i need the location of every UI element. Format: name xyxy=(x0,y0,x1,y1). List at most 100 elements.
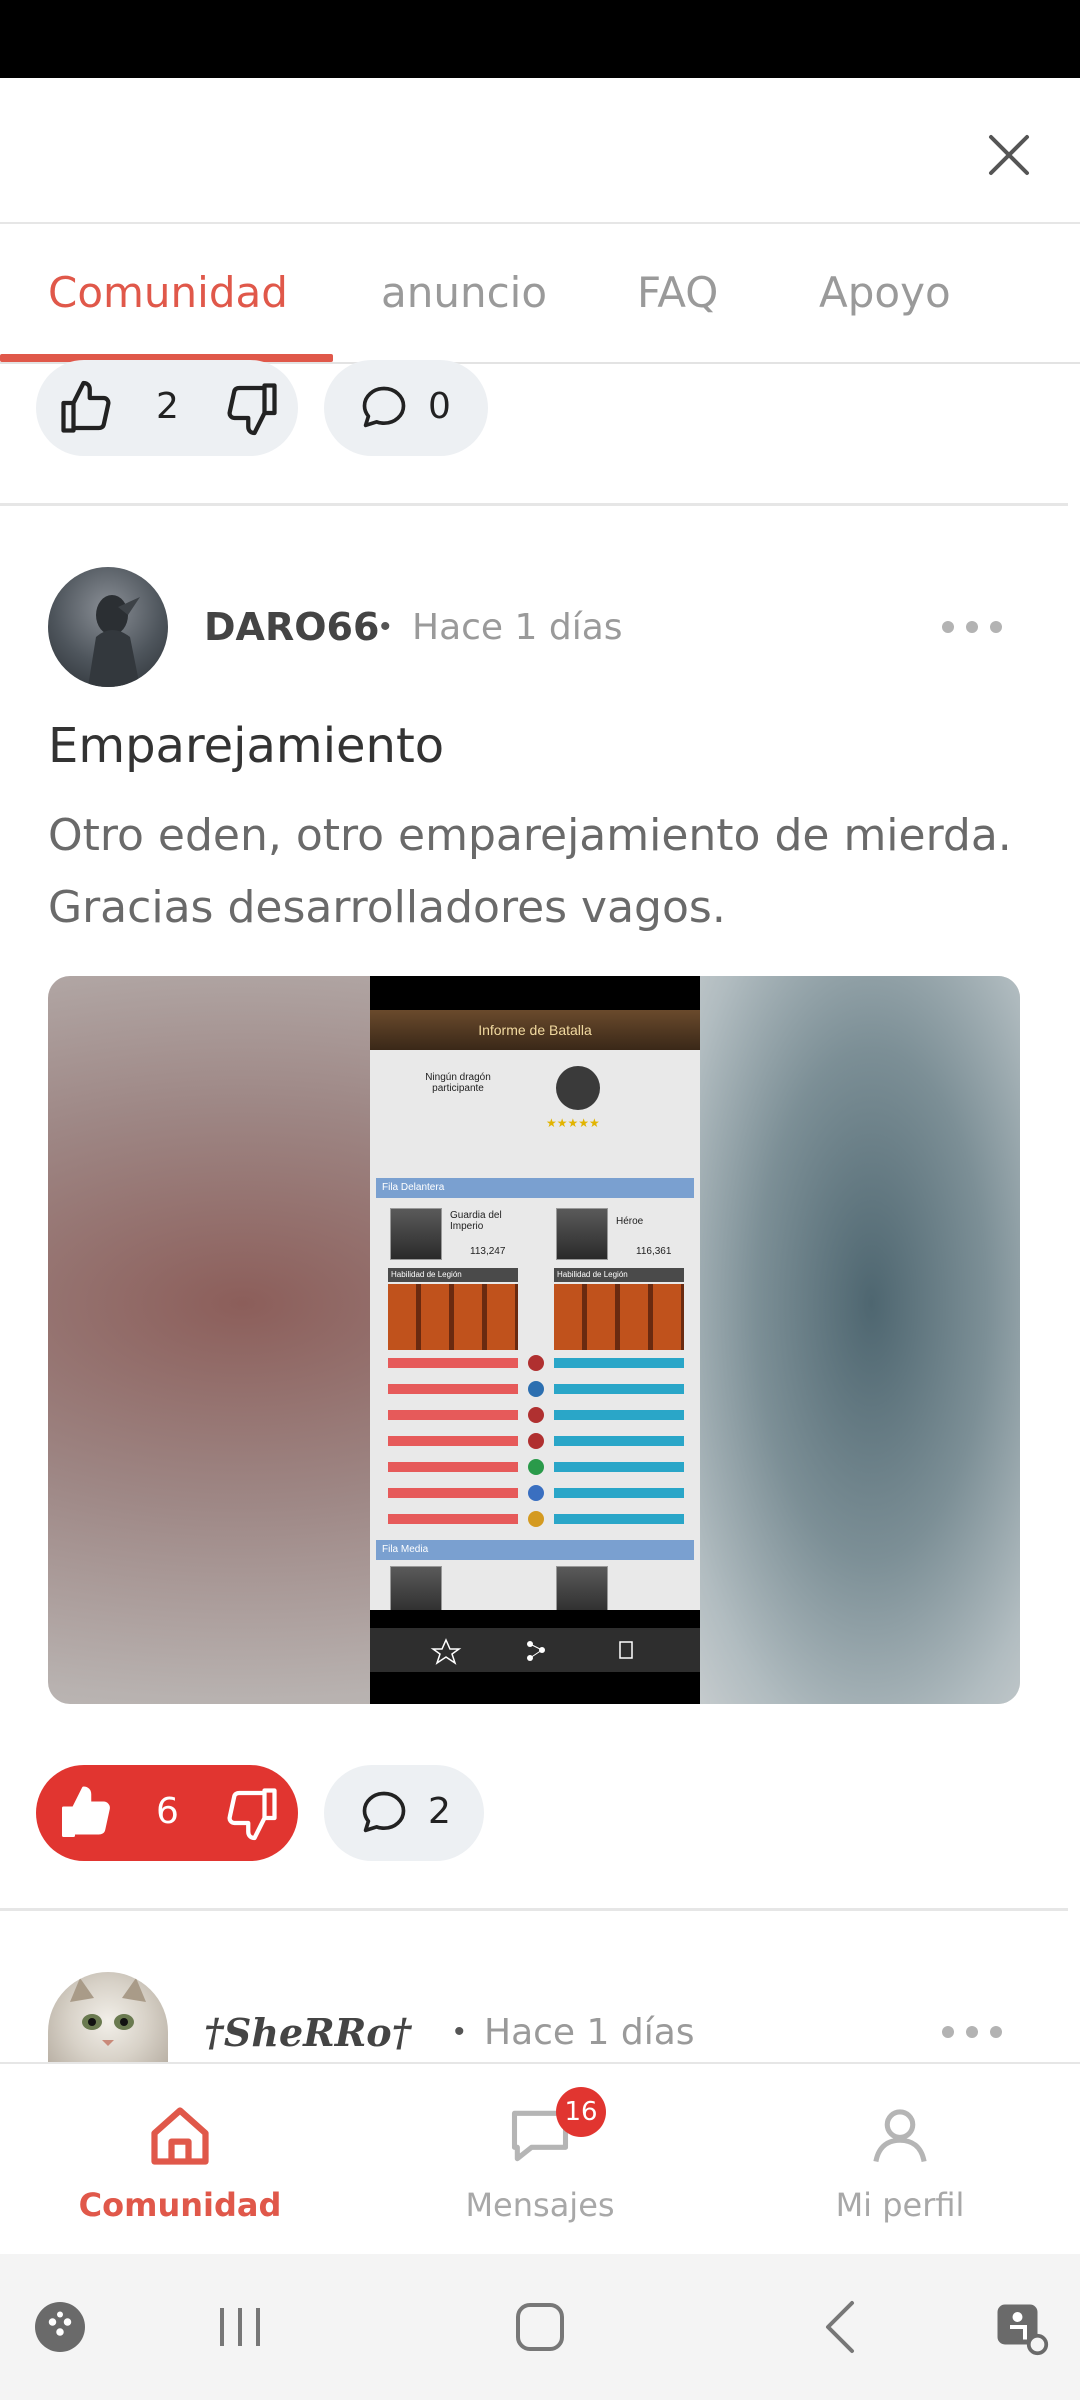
post-image[interactable]: Informe de Batalla Ningún dragón partici… xyxy=(48,976,1020,1704)
left-hero-power: 113,247 xyxy=(470,1246,506,1257)
more-dot xyxy=(966,2026,978,2038)
comment-button[interactable]: 2 xyxy=(324,1765,484,1861)
nav-mi-perfil[interactable]: Mi perfil xyxy=(720,2064,1080,2256)
home-button[interactable] xyxy=(500,2254,580,2400)
stat-row xyxy=(388,1381,684,1397)
game-screenshot: Informe de Batalla Ningún dragón partici… xyxy=(370,976,700,1704)
avatar[interactable] xyxy=(48,1972,168,2062)
bottom-navigation: Comunidad Mensajes Mi perfil xyxy=(0,2062,1080,2254)
like-button[interactable] xyxy=(56,1783,116,1843)
image-blur-background xyxy=(690,976,1020,1704)
post-divider xyxy=(0,1908,1068,1911)
top-bar xyxy=(0,78,1080,224)
dislike-button[interactable] xyxy=(222,1783,282,1843)
comment-count: 0 xyxy=(428,386,451,427)
post-author[interactable]: †ShеRRo† xyxy=(204,2010,412,2055)
meta-separator: • xyxy=(454,2015,465,2048)
like-button[interactable] xyxy=(56,378,116,438)
comment-icon xyxy=(358,382,410,434)
comment-icon xyxy=(358,1787,410,1839)
close-button[interactable] xyxy=(978,124,1040,186)
front-row-section: Fila Delantera xyxy=(376,1178,694,1198)
post-body-line: Otro eden, otro emparejamiento de mierda… xyxy=(48,810,1012,861)
game-launcher-button[interactable] xyxy=(20,2254,100,2400)
hero-portrait xyxy=(556,1566,608,1610)
home-square-icon xyxy=(516,2303,564,2351)
recent-apps-button[interactable] xyxy=(200,2254,280,2400)
system-navigation-bar xyxy=(0,2254,1080,2400)
stat-row xyxy=(388,1407,684,1423)
more-dot xyxy=(942,621,954,633)
post-time: Hace 1 días xyxy=(412,607,623,648)
nav-label: Mi perfil xyxy=(835,2186,965,2224)
right-hero-power: 116,361 xyxy=(636,1246,672,1257)
post-divider xyxy=(0,503,1068,506)
nav-label: Mensajes xyxy=(465,2186,615,2224)
post-author[interactable]: DARO66 xyxy=(204,605,379,649)
nav-label: Comunidad xyxy=(78,2186,282,2224)
thumbs-up-filled-icon xyxy=(62,1786,110,1837)
stat-row xyxy=(388,1433,684,1449)
prev-comment-button[interactable]: 0 xyxy=(324,360,488,456)
hero-portrait xyxy=(390,1208,442,1260)
thumbs-up-icon xyxy=(61,380,111,433)
nav-comunidad[interactable]: Comunidad xyxy=(0,2064,360,2256)
status-bar xyxy=(0,0,1080,78)
stat-row xyxy=(388,1511,684,1527)
avatar[interactable] xyxy=(48,567,168,687)
gamepad-icon xyxy=(35,2302,85,2352)
hero-portrait xyxy=(390,1566,442,1610)
home-icon xyxy=(151,2107,209,2165)
like-count: 2 xyxy=(156,386,179,427)
thumbs-down-icon xyxy=(227,383,277,436)
tab-comunidad[interactable]: Comunidad xyxy=(48,268,288,317)
skill-icons xyxy=(554,1284,684,1350)
screenshot-system-bar xyxy=(370,1672,700,1704)
back-chevron-icon xyxy=(826,2301,854,2353)
star-rating: ★★★★★ xyxy=(546,1116,600,1130)
no-dragon-text: Ningún dragón participante xyxy=(425,1072,491,1094)
more-dot xyxy=(942,2026,954,2038)
tab-bar: Comunidad anuncio FAQ Apoyo xyxy=(0,226,1080,364)
battle-report: Informe de Batalla Ningún dragón partici… xyxy=(370,1010,700,1610)
avatar-image xyxy=(70,1978,146,2046)
hero-portrait xyxy=(556,1208,608,1260)
avatar-image xyxy=(88,595,140,687)
battle-report-header: Informe de Batalla xyxy=(370,1010,700,1050)
left-hero-name: Guardia del Imperio xyxy=(450,1210,502,1232)
comment-count: 2 xyxy=(428,1791,451,1832)
post-body-line: Gracias desarrolladores vagos. xyxy=(48,882,726,933)
more-dot xyxy=(990,2026,1002,2038)
unread-messages-badge: 16 xyxy=(556,2087,606,2137)
legion-skill-label: Habilidad de Legión xyxy=(388,1268,518,1282)
screenshot-toolbar-icons xyxy=(430,1638,633,1665)
recent-apps-icon xyxy=(220,2308,260,2346)
prev-post-reactions: 2 xyxy=(36,360,298,456)
like-count: 6 xyxy=(156,1791,179,1832)
tab-anuncio[interactable]: anuncio xyxy=(381,268,547,317)
more-dot xyxy=(966,621,978,633)
thumbs-down-icon xyxy=(227,1788,277,1841)
dragon-icon xyxy=(556,1066,600,1110)
middle-row-section: Fila Media xyxy=(376,1540,694,1560)
tab-faq[interactable]: FAQ xyxy=(637,268,718,317)
tab-apoyo[interactable]: Apoyo xyxy=(819,268,951,317)
more-options-button[interactable] xyxy=(942,617,1002,637)
right-hero-name: Héroe xyxy=(616,1216,644,1227)
post-reactions: 6 xyxy=(36,1765,298,1861)
post-title: Emparejamiento xyxy=(48,718,445,774)
meta-separator: • xyxy=(380,610,391,643)
post-body: Otro eden, otro emparejamiento de mierda… xyxy=(48,800,1048,944)
skill-icons xyxy=(388,1284,518,1350)
more-options-button[interactable] xyxy=(942,2022,1002,2042)
legion-skill-label: Habilidad de Legión xyxy=(554,1268,684,1282)
back-button[interactable] xyxy=(800,2254,880,2400)
screenshot-toolbar xyxy=(370,1628,700,1672)
dislike-button[interactable] xyxy=(222,378,282,438)
accessibility-button[interactable] xyxy=(980,2254,1060,2400)
nav-mensajes[interactable]: Mensajes xyxy=(360,2064,720,2256)
more-dot xyxy=(990,621,1002,633)
profile-icon xyxy=(873,2109,927,2163)
close-icon xyxy=(989,135,1029,175)
stat-row xyxy=(388,1355,684,1371)
